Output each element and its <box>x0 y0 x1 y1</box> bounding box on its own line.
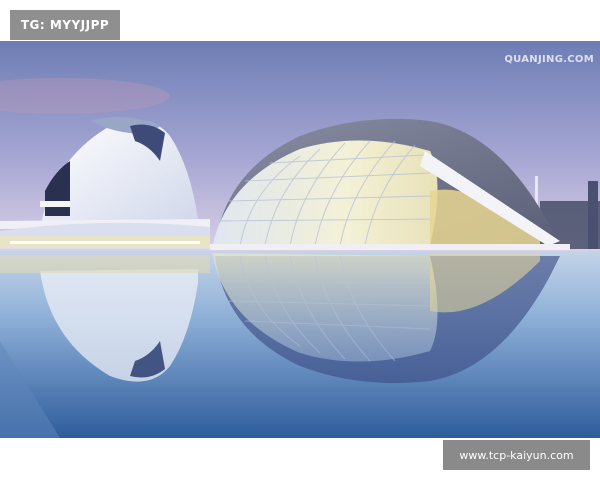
distant-tower <box>588 181 598 249</box>
photo-scene <box>0 41 600 438</box>
photo-watermark: QUANJING.COM <box>504 54 594 65</box>
url-badge: www.tcp-kaiyun.com <box>443 440 590 470</box>
architecture-photo: QUANJING.COM <box>0 41 600 438</box>
tag-badge: TG: MYYJJPP <box>10 10 120 40</box>
